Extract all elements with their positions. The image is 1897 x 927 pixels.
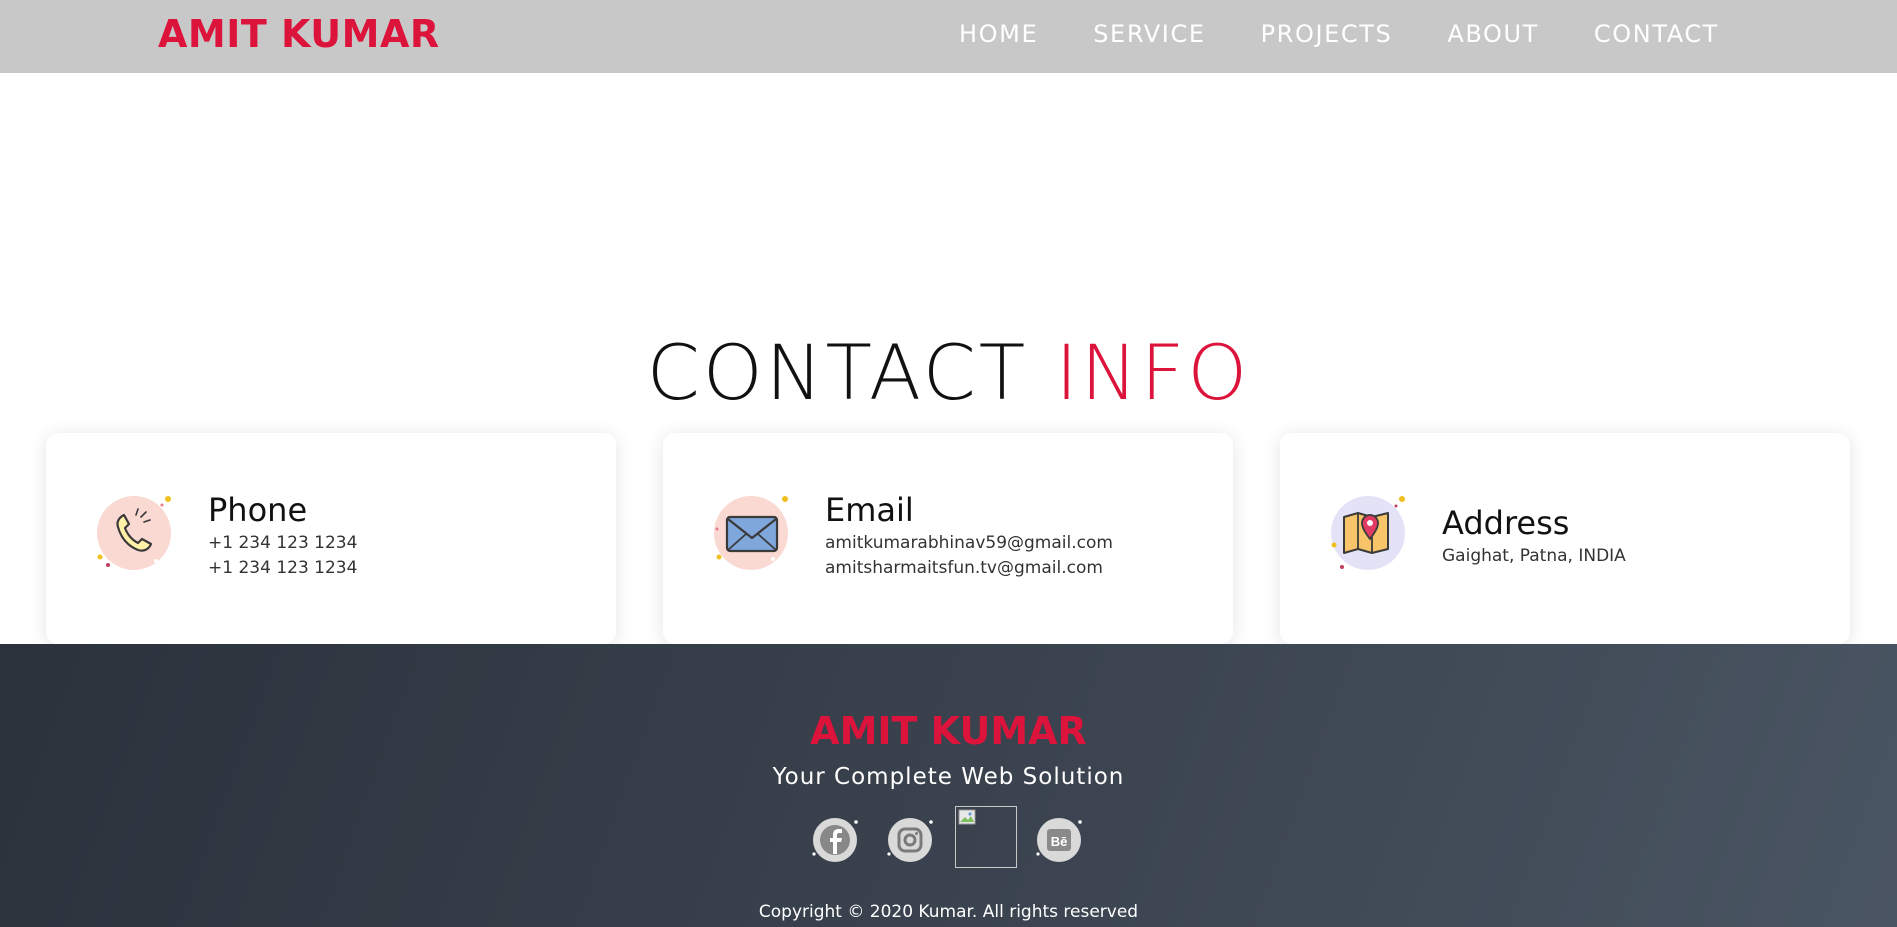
- envelope-icon: [713, 493, 789, 570]
- map-pin-icon: [1330, 493, 1406, 570]
- phone-number[interactable]: +1 234 123 1234: [208, 531, 357, 556]
- behance-icon[interactable]: Bē: [1034, 814, 1086, 870]
- copyright-text: Copyright © 2020 Kumar. All rights reser…: [758, 902, 1139, 922]
- brand-logo[interactable]: AMIT KUMAR: [158, 12, 440, 56]
- address-text: Gaighat, Patna, INDIA: [1442, 546, 1626, 566]
- site-footer: AMIT KUMAR Your Complete Web Solution Bē…: [0, 644, 1897, 927]
- phone-icon: [96, 493, 172, 570]
- svg-text:Bē: Bē: [1051, 834, 1068, 849]
- top-navbar: AMIT KUMAR HOME SERVICE PROJECTS ABOUT C…: [0, 0, 1897, 73]
- email-address[interactable]: amitsharmaitsfun.tv@gmail.com: [825, 556, 1113, 581]
- nav-service[interactable]: SERVICE: [1093, 20, 1205, 48]
- nav-home[interactable]: HOME: [959, 20, 1038, 48]
- section-title: CONTACT INFO: [0, 328, 1897, 417]
- phone-number[interactable]: +1 234 123 1234: [208, 556, 357, 581]
- broken-image-icon[interactable]: [955, 806, 1017, 868]
- nav-about[interactable]: ABOUT: [1447, 20, 1539, 48]
- instagram-icon[interactable]: [885, 814, 937, 870]
- card-title: Email: [825, 491, 914, 529]
- nav-contact[interactable]: CONTACT: [1594, 20, 1719, 48]
- contact-card-address: Address Gaighat, Patna, INDIA: [1280, 433, 1850, 644]
- card-title: Phone: [208, 491, 308, 529]
- contact-card-phone: Phone +1 234 123 1234 +1 234 123 1234: [46, 433, 616, 644]
- facebook-icon[interactable]: [810, 814, 862, 870]
- social-links: Bē: [810, 806, 1090, 868]
- card-title: Address: [1442, 504, 1570, 542]
- section-title-part1: CONTACT: [646, 328, 1029, 417]
- nav-projects[interactable]: PROJECTS: [1261, 20, 1393, 48]
- section-title-part2: INFO: [1055, 328, 1251, 417]
- email-address[interactable]: amitkumarabhinav59@gmail.com: [825, 531, 1113, 556]
- main-nav: HOME SERVICE PROJECTS ABOUT CONTACT: [959, 20, 1719, 48]
- contact-card-email: Email amitkumarabhinav59@gmail.com amits…: [663, 433, 1233, 644]
- footer-brand[interactable]: AMIT KUMAR: [0, 709, 1897, 753]
- footer-tagline: Your Complete Web Solution: [772, 764, 1125, 790]
